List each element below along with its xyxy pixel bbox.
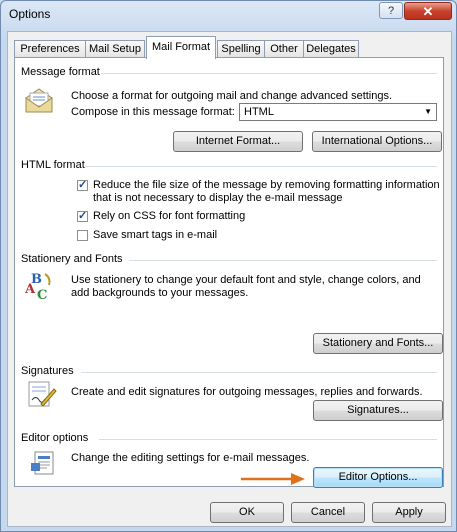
stationery-fonts-icon: B A C bbox=[24, 270, 57, 303]
section-divider bbox=[81, 372, 437, 373]
title-bar: Options ? ✕ bbox=[1, 1, 456, 27]
message-format-header: Message format bbox=[21, 66, 100, 78]
editor-options-description: Change the editing settings for e-mail m… bbox=[71, 452, 310, 464]
html-format-header: HTML format bbox=[21, 159, 85, 171]
internet-format-button[interactable]: Internet Format... bbox=[173, 131, 303, 152]
stationery-description-line2: add backgrounds to your messages. bbox=[71, 287, 249, 299]
dialog-body: Preferences Mail Setup Mail Format Spell… bbox=[7, 31, 452, 527]
stationery-header: Stationery and Fonts bbox=[21, 253, 123, 265]
signatures-description: Create and edit signatures for outgoing … bbox=[71, 386, 423, 398]
message-format-description: Choose a format for outgoing mail and ch… bbox=[71, 90, 393, 102]
stationery-fonts-button[interactable]: Stationery and Fonts... bbox=[313, 333, 443, 354]
tab-other[interactable]: Other bbox=[264, 40, 304, 58]
section-divider bbox=[99, 439, 437, 440]
international-options-button[interactable]: International Options... bbox=[312, 131, 442, 152]
close-button[interactable]: ✕ bbox=[404, 2, 452, 20]
arrow-right-icon bbox=[239, 472, 307, 486]
reduce-size-label-line2: that is not necessary to display the e-m… bbox=[93, 192, 343, 204]
window-title: Options bbox=[9, 7, 51, 21]
svg-text:C: C bbox=[37, 288, 47, 302]
smart-tags-checkbox[interactable] bbox=[77, 230, 88, 241]
compose-format-select[interactable]: HTML ▼ bbox=[239, 103, 437, 121]
signature-pen-icon bbox=[27, 380, 57, 408]
rely-css-label: Rely on CSS for font formatting bbox=[93, 210, 246, 222]
signatures-button[interactable]: Signatures... bbox=[313, 400, 443, 421]
smart-tags-label: Save smart tags in e-mail bbox=[93, 229, 218, 241]
section-divider bbox=[129, 260, 437, 261]
tab-spelling[interactable]: Spelling bbox=[217, 40, 265, 58]
help-button[interactable]: ? bbox=[379, 2, 403, 19]
envelope-icon bbox=[23, 86, 55, 114]
tab-mail-setup[interactable]: Mail Setup bbox=[85, 40, 145, 58]
cancel-button[interactable]: Cancel bbox=[291, 502, 365, 523]
editor-document-icon bbox=[31, 450, 59, 478]
signatures-header: Signatures bbox=[21, 365, 74, 377]
tab-preferences[interactable]: Preferences bbox=[14, 40, 86, 58]
stationery-description-line1: Use stationery to change your default fo… bbox=[71, 274, 421, 286]
editor-options-button[interactable]: Editor Options... bbox=[313, 467, 443, 488]
reduce-size-checkbox[interactable] bbox=[77, 178, 88, 191]
chevron-down-icon: ▼ bbox=[424, 107, 432, 116]
svg-text:A: A bbox=[25, 282, 36, 297]
apply-button[interactable]: Apply bbox=[372, 502, 446, 523]
reduce-size-label-line1: Reduce the file size of the message by r… bbox=[93, 179, 440, 191]
options-dialog: Options ? ✕ Preferences Mail Setup Mail … bbox=[0, 0, 457, 532]
ok-button[interactable]: OK bbox=[210, 502, 284, 523]
tab-mail-format[interactable]: Mail Format bbox=[146, 36, 216, 59]
mail-format-panel: Message format Choose a format for outgo… bbox=[14, 57, 444, 488]
section-divider bbox=[85, 166, 437, 167]
rely-css-checkbox[interactable] bbox=[77, 209, 88, 222]
section-divider bbox=[101, 73, 437, 74]
editor-options-header: Editor options bbox=[21, 432, 89, 444]
tab-delegates[interactable]: Delegates bbox=[303, 40, 359, 58]
compose-format-value: HTML bbox=[244, 106, 274, 118]
compose-format-label: Compose in this message format: bbox=[71, 106, 235, 118]
